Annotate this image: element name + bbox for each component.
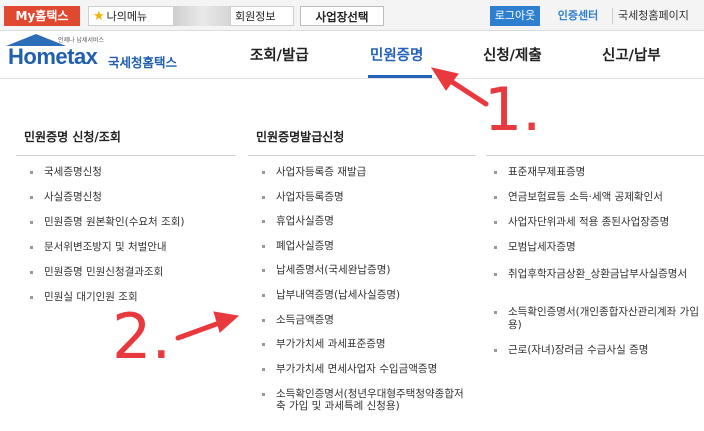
nav-civil-certificate[interactable]: 민원증명 <box>370 44 423 74</box>
nav-apply-submit[interactable]: 신청/제출 <box>483 44 542 74</box>
clipped-item-container: 소득확인증명서(청년우대형주택청약종합저축 가입 및 과세특례 신청용) <box>258 384 478 412</box>
list-item[interactable]: 부가가치세 과세표준증명 <box>262 338 437 363</box>
annotation-step-2: 2. <box>112 300 172 373</box>
my-menu-button[interactable]: ★ 나의메뉴 <box>88 6 174 26</box>
list-item[interactable]: 휴업사실증명 <box>262 215 437 240</box>
col1-title: 민원증명 신청/조회 <box>24 130 121 144</box>
list-item[interactable]: 납부내역증명(납세사실증명) <box>262 289 437 314</box>
list-item[interactable]: 사업자등록증 재발급 <box>262 166 437 191</box>
nts-homepage-link[interactable]: 국세청홈페이지 <box>618 6 704 26</box>
nav-inquiry-issue[interactable]: 조회/발급 <box>250 44 309 74</box>
star-icon: ★ <box>93 9 105 24</box>
arrow-2-icon <box>175 311 240 341</box>
list-item[interactable]: 사업자단위과세 적용 종된사업장증명 <box>494 216 700 241</box>
arrow-1-icon <box>430 67 489 107</box>
utility-bar: My홈택스 ★ 나의메뉴 회원정보 사업장선택 로그아웃 인증센터 국세청홈페이지 <box>0 0 704 31</box>
list-item[interactable]: 문서위변조방지 및 처벌안내 <box>30 241 184 266</box>
nav-report-pay[interactable]: 신고/납부 <box>602 44 661 74</box>
list-item[interactable]: 민원증명 민원신청결과조회 <box>30 266 184 291</box>
logo-tagline: 언제나 납세서비스 <box>58 37 105 44</box>
list-item[interactable]: 폐업사실증명 <box>262 240 437 265</box>
logo-korean: 국세청홈택스 <box>108 55 178 70</box>
hometax-logo[interactable]: 언제나 납세서비스 Hometax 국세청홈택스 <box>4 34 186 76</box>
blurred-user-name <box>174 6 230 26</box>
list-item[interactable]: 모범납세자증명 <box>494 241 700 268</box>
logout-button[interactable]: 로그아웃 <box>490 6 540 26</box>
list-item[interactable]: 민원증명 원본확인(수요처 조회) <box>30 216 184 241</box>
annotation-step-1: 1. <box>484 75 542 145</box>
header-divider <box>0 78 704 79</box>
business-select-button[interactable]: 사업장선택 <box>300 6 384 26</box>
list-item[interactable]: 소득금액증명 <box>262 314 437 339</box>
list-item[interactable]: 연금보험료등 소득·세액 공제확인서 <box>494 191 700 216</box>
list-item[interactable]: 근로(자녀)장려금 수급사실 증명 <box>494 344 700 364</box>
list-item[interactable]: 납세증명서(국세완납증명) <box>262 264 437 289</box>
list-item[interactable]: 소득확인증명서(개인종합자산관리계좌 가입용) <box>494 306 700 344</box>
my-hometax-tab[interactable]: My홈택스 <box>4 6 80 26</box>
cert-center-link[interactable]: 인증센터 <box>546 6 610 26</box>
col1-rule <box>16 155 236 156</box>
logo-wordmark: Hometax <box>8 44 98 69</box>
divider <box>612 8 613 24</box>
list-item[interactable]: 사업자등록증명 <box>262 191 437 216</box>
list-item[interactable]: 국세증명신청 <box>30 166 184 191</box>
list-item[interactable]: 소득확인증명서(청년우대형주택청약종합저축 가입 및 과세특례 신청용) <box>262 388 472 412</box>
col2-title: 민원증명발급신청 <box>256 130 345 144</box>
list-item[interactable]: 취업후학자금상환_상환금납부사실증명서 <box>494 268 700 306</box>
col2-rule <box>248 155 476 156</box>
col3-rule <box>486 155 704 156</box>
list-item[interactable]: 사실증명신청 <box>30 191 184 216</box>
list-item[interactable]: 표준재무제표증명 <box>494 166 700 191</box>
my-menu-label: 나의메뉴 <box>106 10 148 23</box>
member-info-button[interactable]: 회원정보 <box>230 6 294 26</box>
